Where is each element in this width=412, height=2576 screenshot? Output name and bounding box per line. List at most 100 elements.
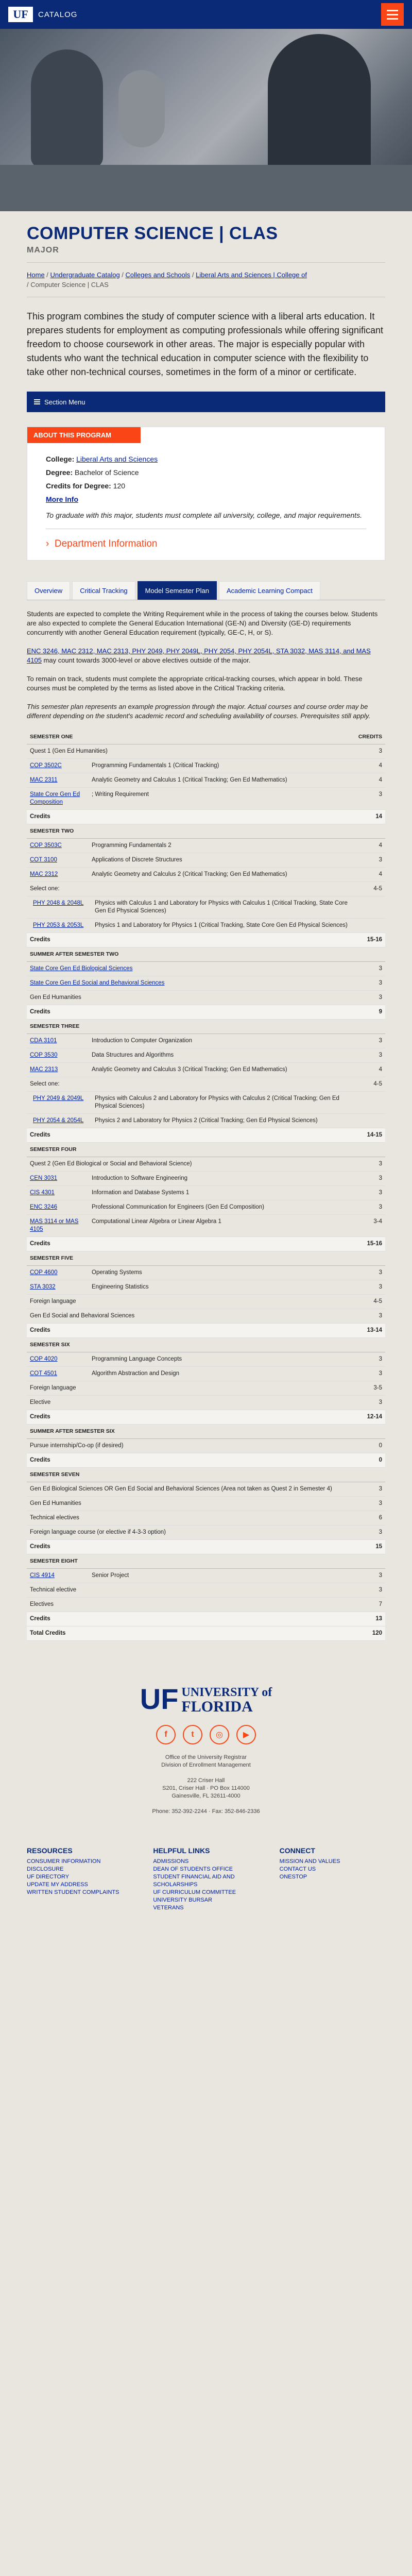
footer-link[interactable]: UPDATE MY ADDRESS bbox=[27, 1881, 132, 1889]
row-label: SEMESTER TWO bbox=[27, 824, 354, 839]
row-label: SEMESTER FOUR bbox=[27, 1142, 354, 1157]
course-link[interactable]: MAS 3114 or MAS 4105 bbox=[30, 1218, 78, 1232]
youtube-icon[interactable]: ▶ bbox=[236, 1725, 256, 1744]
row-label: Credits bbox=[27, 809, 354, 824]
course-link[interactable]: CEN 3031 bbox=[30, 1175, 57, 1181]
course-link[interactable]: PHY 2049 & 2049L bbox=[33, 1095, 83, 1101]
course-link[interactable]: State Core Gen Ed Biological Sciences bbox=[30, 965, 132, 972]
breadcrumb-undergraduate-catalog[interactable]: Undergraduate Catalog bbox=[50, 271, 120, 279]
department-info-toggle[interactable]: › Department Information bbox=[46, 529, 366, 551]
credits-row: Total Credits 120 bbox=[27, 1626, 385, 1641]
plan-paragraph-2-tail: may count towards 3000-level or above el… bbox=[41, 656, 251, 664]
footer-link[interactable]: CONSUMER INFORMATION bbox=[27, 1858, 132, 1866]
page-subtitle: MAJOR bbox=[27, 246, 59, 255]
credit-value: 3 bbox=[354, 1568, 385, 1583]
more-info-link[interactable]: More Info bbox=[46, 495, 78, 503]
table-row: COP 3502C Programming Fundamentals 1 (Cri… bbox=[27, 758, 385, 773]
credit-value: 3 bbox=[354, 1280, 385, 1295]
credit-value bbox=[354, 1424, 385, 1439]
table-row: Elective 3 bbox=[27, 1395, 385, 1410]
course-link[interactable]: STA 3032 bbox=[30, 1284, 56, 1290]
college-link[interactable]: Liberal Arts and Sciences bbox=[76, 455, 158, 463]
office-name: Office of the University Registrar bbox=[165, 1754, 247, 1760]
breadcrumb-current: Computer Science | CLAS bbox=[30, 281, 109, 289]
division-name: Division of Enrollment Management bbox=[161, 1762, 251, 1768]
menu-button[interactable] bbox=[381, 3, 404, 26]
course-link[interactable]: COP 4020 bbox=[30, 1356, 58, 1362]
course-title: Programming Language Concepts bbox=[89, 1352, 354, 1367]
course-link[interactable]: COT 3100 bbox=[30, 857, 57, 863]
intro-text: This program combines the study of compu… bbox=[27, 311, 384, 377]
instagram-icon[interactable]: ◎ bbox=[210, 1725, 229, 1744]
course-link[interactable]: COP 3502C bbox=[30, 762, 62, 769]
course-link[interactable]: PHY 2054 & 2054L bbox=[33, 1117, 83, 1124]
footer-link[interactable]: CONTACT US bbox=[280, 1866, 385, 1873]
credit-value: 3 bbox=[354, 1583, 385, 1598]
row-label: Elective bbox=[27, 1395, 354, 1410]
credit-value: 6 bbox=[354, 1511, 385, 1526]
tab-academic-learning-compact[interactable]: Academic Learning Compact bbox=[218, 581, 320, 600]
tab-bar: Overview Critical Tracking Model Semeste… bbox=[27, 581, 385, 600]
section-menu-button[interactable]: Section Menu bbox=[27, 392, 385, 412]
footer-link[interactable]: ONESTOP bbox=[280, 1873, 385, 1881]
table-row: Gen Ed Humanities 3 bbox=[27, 990, 385, 1005]
course-link[interactable]: MAC 2313 bbox=[30, 1066, 58, 1073]
course-link[interactable]: PHY 2048 & 2048L bbox=[33, 900, 83, 906]
course-link[interactable]: COP 4600 bbox=[30, 1269, 58, 1276]
table-row: COP 4600 Operating Systems 3 bbox=[27, 1265, 385, 1280]
footer-link[interactable]: UF DIRECTORY bbox=[27, 1873, 132, 1881]
credit-value: 4-5 bbox=[354, 1294, 385, 1309]
tab-model-semester-plan[interactable]: Model Semester Plan bbox=[137, 581, 217, 600]
course-link[interactable]: CIS 4301 bbox=[30, 1190, 55, 1196]
table-row: Technical elective 3 bbox=[27, 1583, 385, 1598]
footer-link[interactable]: ADMISSIONS bbox=[153, 1858, 259, 1866]
credit-value: 12-14 bbox=[354, 1410, 385, 1425]
footer-link[interactable]: UNIVERSITY BURSAR bbox=[153, 1896, 259, 1904]
footer-link[interactable]: MISSION AND VALUES bbox=[280, 1858, 385, 1866]
credit-value: 3 bbox=[354, 1496, 385, 1511]
row-label: Credits bbox=[27, 933, 354, 947]
facebook-icon[interactable]: f bbox=[156, 1725, 176, 1744]
footer-link[interactable]: DISCLOSURE bbox=[27, 1866, 132, 1873]
footer-link[interactable]: STUDENT FINANCIAL AID AND SCHOLARSHIPS bbox=[153, 1873, 259, 1889]
course-link[interactable]: State Core Gen Ed Composition bbox=[30, 791, 80, 805]
credit-value: 15 bbox=[354, 1539, 385, 1554]
breadcrumb-home[interactable]: Home bbox=[27, 271, 45, 279]
course-link[interactable]: COT 4501 bbox=[30, 1370, 57, 1377]
course-link[interactable]: CDA 3101 bbox=[30, 1038, 57, 1044]
footer-link[interactable]: WRITTEN STUDENT COMPLAINTS bbox=[27, 1889, 132, 1896]
credits-row: Credits 14-15 bbox=[27, 1128, 385, 1143]
course-link[interactable]: State Core Gen Ed Social and Behavioral … bbox=[30, 980, 164, 986]
catalog-title[interactable]: CATALOG bbox=[38, 10, 77, 19]
uf-logo[interactable]: UF bbox=[8, 7, 33, 22]
row-label: SUMMER AFTER SEMESTER TWO bbox=[27, 947, 354, 962]
breadcrumb-clas[interactable]: Liberal Arts and Sciences | College of bbox=[196, 271, 307, 279]
table-row: State Core Gen Ed Composition ; Writing R… bbox=[27, 787, 385, 810]
course-title: Analytic Geometry and Calculus 1 (Critic… bbox=[89, 773, 354, 788]
course-link[interactable]: MAC 2312 bbox=[30, 871, 58, 877]
credit-value: 4 bbox=[354, 1062, 385, 1077]
course-link[interactable]: ENC 3246 bbox=[30, 1204, 57, 1210]
course-link[interactable]: PHY 2053 & 2053L bbox=[33, 922, 83, 928]
tab-critical-tracking[interactable]: Critical Tracking bbox=[72, 581, 135, 600]
credit-value: 3 bbox=[354, 1171, 385, 1186]
address-line-1: 222 Criser Hall bbox=[187, 1777, 225, 1784]
footer-link[interactable]: UF CURRICULUM COMMITTEE bbox=[153, 1889, 259, 1896]
breadcrumb-colleges[interactable]: Colleges and Schools bbox=[126, 271, 191, 279]
course-title: Applications of Discrete Structures bbox=[89, 853, 354, 868]
twitter-icon[interactable]: t bbox=[183, 1725, 202, 1744]
footer-link[interactable]: DEAN OF STUDENTS OFFICE bbox=[153, 1866, 259, 1873]
course-link[interactable]: CIS 4914 bbox=[30, 1572, 55, 1579]
semester-header-row: SEMESTER EIGHT bbox=[27, 1554, 385, 1569]
course-link[interactable]: COP 3530 bbox=[30, 1052, 58, 1058]
uf-footer-logo[interactable]: UF UNIVERSITY of FLORIDA bbox=[140, 1682, 272, 1716]
table-row: Select one: 4-5 bbox=[27, 882, 385, 896]
row-label: Quest 1 (Gen Ed Humanities) bbox=[27, 744, 354, 759]
footer-link[interactable]: VETERANS bbox=[153, 1904, 259, 1912]
course-link[interactable]: COP 3503C bbox=[30, 842, 62, 849]
table-row: ENC 3246 Professional Communication for E… bbox=[27, 1200, 385, 1215]
row-label: SUMMER AFTER SEMESTER SIX bbox=[27, 1424, 354, 1439]
tab-overview[interactable]: Overview bbox=[27, 581, 71, 600]
course-link[interactable]: MAC 2311 bbox=[30, 777, 57, 783]
table-row: Gen Ed Biological Sciences OR Gen Ed Soc… bbox=[27, 1482, 385, 1497]
